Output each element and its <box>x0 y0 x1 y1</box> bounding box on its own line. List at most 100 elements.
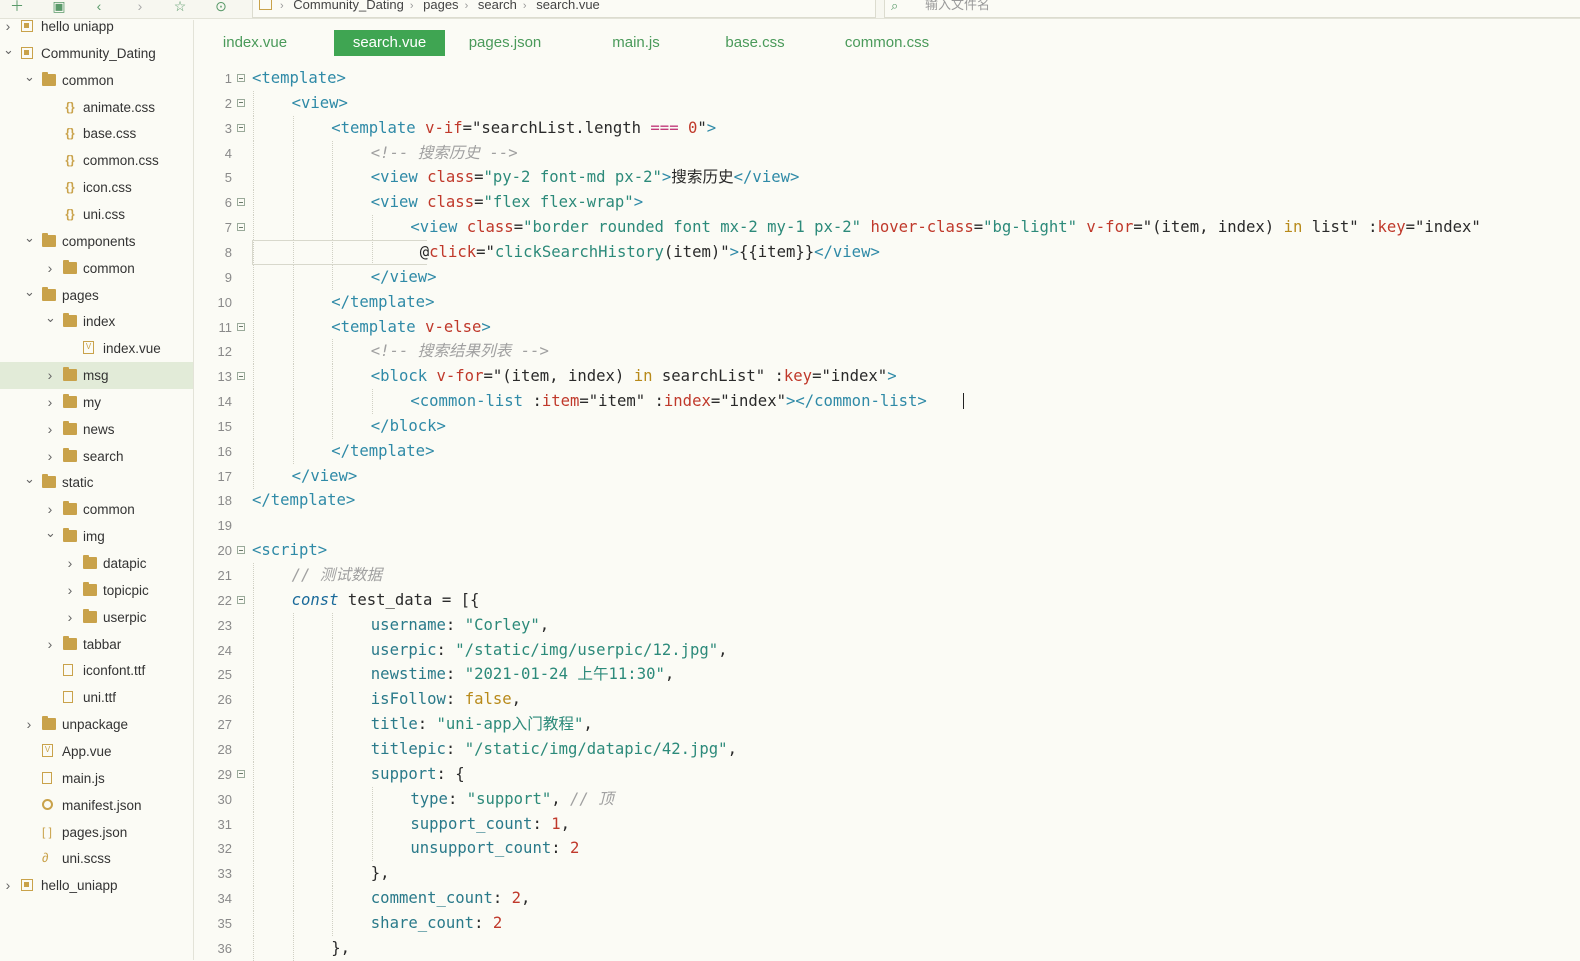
tab-index-vue[interactable]: index.vue <box>211 30 299 56</box>
run-icon[interactable]: ⊙ <box>212 0 230 15</box>
chevron-down-icon[interactable]: ⌄ <box>45 304 56 331</box>
tree-item[interactable]: main.js <box>0 765 193 792</box>
tree-item[interactable]: Vindex.vue <box>0 335 193 362</box>
code-line[interactable]: 14 <common-list :item="item" :index="inde… <box>195 389 1580 415</box>
code-line[interactable]: 36}, <box>195 935 1580 961</box>
tree-item[interactable]: ⌄ components <box>0 228 193 255</box>
tree-item[interactable]: ⌄ common <box>0 67 193 94</box>
code-line[interactable]: 10 </template> <box>195 289 1580 315</box>
code-line[interactable]: 33}, <box>195 861 1580 887</box>
tree-item[interactable]: › unpackage <box>0 711 193 738</box>
chevron-right-icon[interactable]: › <box>24 711 34 738</box>
code-line[interactable]: 8 @click="clickSearchHistory(item)">{{it… <box>195 239 1580 265</box>
tab-base-css[interactable]: base.css <box>719 30 791 56</box>
code-line[interactable]: 11 <template v-else> <box>195 314 1580 340</box>
tree-item[interactable]: V App.vue <box>0 738 193 765</box>
tree-item[interactable]: › datapic <box>0 550 193 577</box>
chevron-down-icon[interactable]: ⌄ <box>24 465 35 492</box>
breadcrumb-item[interactable]: search <box>478 0 517 13</box>
code-editor[interactable]: 1 <template> 2 <view> 3 <template v-if="searc… <box>195 66 1580 961</box>
tree-item[interactable]: ⌄ static <box>0 469 193 496</box>
tree-item[interactable]: {} animate.css <box>0 94 193 121</box>
code-line[interactable]: 7 <view class="border rounded font mx-2 m… <box>195 215 1580 241</box>
code-line[interactable]: 4 <!-- 搜索历史 --> <box>195 140 1580 166</box>
tree-item[interactable]: ⌄ index <box>0 308 193 335</box>
fold-toggle-icon[interactable] <box>237 198 245 207</box>
code-line[interactable]: 20 <script> <box>195 538 1580 563</box>
chevron-right-icon[interactable]: › <box>3 872 13 899</box>
code-line[interactable]: 25 newstime: "2021-01-24 上午11:30", <box>195 662 1580 688</box>
tree-item[interactable]: › tabbar <box>0 631 193 658</box>
fold-toggle-icon[interactable] <box>237 74 245 82</box>
chevron-right-icon[interactable]: › <box>65 577 75 604</box>
tree-item[interactable]: › hello uniapp <box>0 13 193 40</box>
fold-toggle-icon[interactable] <box>237 223 245 232</box>
code-line[interactable]: 23 username: "Corley", <box>195 612 1580 638</box>
code-line[interactable]: 24 userpic: "/static/img/userpic/12.jpg", <box>195 637 1580 663</box>
code-line[interactable]: 30 type: "support", // 顶 <box>195 786 1580 812</box>
code-line[interactable]: 26 isFollow: false, <box>195 687 1580 713</box>
breadcrumb-item[interactable]: search.vue <box>536 0 600 13</box>
code-line[interactable]: 1 <template> <box>195 66 1580 91</box>
chevron-right-icon[interactable]: › <box>45 416 55 443</box>
chevron-right-icon[interactable]: › <box>45 443 55 470</box>
fold-toggle-icon[interactable] <box>237 372 245 381</box>
fold-toggle-icon[interactable] <box>237 123 245 132</box>
tree-item[interactable]: manifest.json <box>0 792 193 819</box>
code-line[interactable]: 28 titlepic: "/static/img/datapic/42.jpg"… <box>195 736 1580 762</box>
code-line[interactable]: 22 const test_data = [{ <box>195 587 1580 613</box>
tree-item[interactable]: › topicpic <box>0 577 193 604</box>
fold-toggle-icon[interactable] <box>237 322 245 331</box>
tree-item[interactable]: ⌄ img <box>0 523 193 550</box>
chevron-down-icon[interactable]: ⌄ <box>24 63 35 90</box>
code-line[interactable]: 16 </template> <box>195 438 1580 464</box>
code-line[interactable]: 29 support: { <box>195 761 1580 787</box>
chevron-down-icon[interactable]: ⌄ <box>3 36 14 63</box>
tab-search-vue[interactable]: search.vue <box>334 30 445 56</box>
tree-item[interactable]: ∂ uni.scss <box>0 845 193 872</box>
code-line[interactable]: 12 <!-- 搜索结果列表 --> <box>195 339 1580 365</box>
code-line[interactable]: 18 </template> <box>195 488 1580 513</box>
file-search-input[interactable]: ⌕ 输入文件名 <box>884 0 1580 18</box>
code-line[interactable]: 34 comment_count: 2, <box>195 886 1580 912</box>
tree-item[interactable]: › news <box>0 416 193 443</box>
chevron-right-icon[interactable]: › <box>65 604 75 631</box>
code-line[interactable]: 15 </block> <box>195 413 1580 439</box>
code-line[interactable]: 19 <box>195 513 1580 538</box>
code-line[interactable]: 32 unsupport_count: 2 <box>195 836 1580 862</box>
chevron-right-icon[interactable]: › <box>65 550 75 577</box>
code-line[interactable]: 6 <view class="flex flex-wrap"> <box>195 190 1580 216</box>
chevron-down-icon[interactable]: ⌄ <box>45 519 56 546</box>
tree-item[interactable]: › my <box>0 389 193 416</box>
tree-item[interactable]: {} icon.css <box>0 174 193 201</box>
chevron-right-icon[interactable]: › <box>45 255 55 282</box>
chevron-right-icon[interactable]: › <box>45 362 55 389</box>
tree-item[interactable]: {} common.css <box>0 147 193 174</box>
chevron-right-icon[interactable]: › <box>45 389 55 416</box>
chevron-down-icon[interactable]: ⌄ <box>24 224 35 251</box>
code-line[interactable]: 31 support_count: 1, <box>195 811 1580 837</box>
fold-toggle-icon[interactable] <box>237 546 245 555</box>
tree-item[interactable]: iconfont.ttf <box>0 657 193 684</box>
tree-item[interactable]: uni.ttf <box>0 684 193 711</box>
code-line[interactable]: 27 title: "uni-app入门教程", <box>195 712 1580 738</box>
fold-toggle-icon[interactable] <box>237 769 245 778</box>
chevron-down-icon[interactable]: ⌄ <box>24 278 35 305</box>
tree-item[interactable]: {} base.css <box>0 120 193 147</box>
tree-item[interactable]: › common <box>0 496 193 523</box>
code-line[interactable]: 21 // 测试数据 <box>195 563 1580 588</box>
code-line[interactable]: 17 </view> <box>195 463 1580 489</box>
code-line[interactable]: 2 <view> <box>195 90 1580 116</box>
tree-item[interactable]: ⌄ pages <box>0 282 193 309</box>
tab-pages-json[interactable]: pages.json <box>461 30 549 56</box>
fold-toggle-icon[interactable] <box>237 98 245 107</box>
fold-toggle-icon[interactable] <box>237 595 245 604</box>
tree-item[interactable]: [ ] pages.json <box>0 819 193 846</box>
tab-common-css[interactable]: common.css <box>837 30 937 56</box>
tree-item[interactable]: › hello_uniapp <box>0 872 193 899</box>
tree-item[interactable]: › userpic <box>0 604 193 631</box>
chevron-right-icon[interactable]: › <box>45 631 55 658</box>
code-line[interactable]: 35 share_count: 2 <box>195 910 1580 936</box>
code-line[interactable]: 5 <view class="py-2 font-md px-2">搜索历史</v… <box>195 165 1580 191</box>
breadcrumb-item[interactable]: pages <box>423 0 458 13</box>
